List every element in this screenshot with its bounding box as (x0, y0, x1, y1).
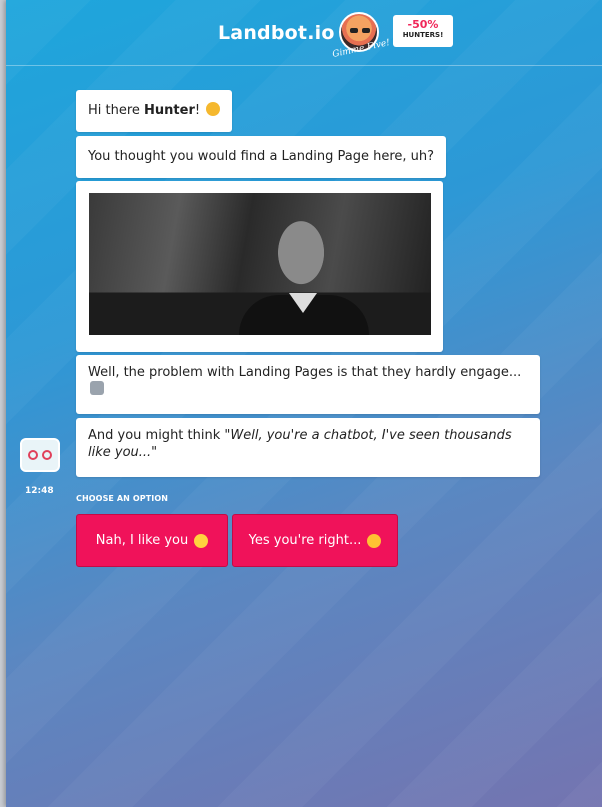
gif-image (89, 193, 431, 335)
promo-label: HUNTERS! (402, 31, 444, 39)
message-landing-page: You thought you would find a Landing Pag… (76, 136, 447, 178)
option-nah-button[interactable]: Nah, I like you (76, 514, 228, 567)
glasses-right (42, 450, 52, 460)
message-gif (76, 181, 443, 352)
option-yes-button[interactable]: Yes you're right... (232, 514, 398, 567)
smiling-face-icon (194, 533, 209, 548)
header-bar: Landbot.io Gimme Five! -50% HUNTERS! (6, 0, 602, 66)
smiling-cat-icon (206, 102, 221, 116)
robot-icon (90, 381, 104, 395)
greeting-prefix: Hi there (88, 103, 145, 118)
option-label: Yes you're right... (248, 533, 362, 548)
option-label: Nah, I like you (95, 533, 189, 548)
sunglasses-right (362, 28, 370, 33)
promo-percent: -50% (407, 18, 439, 31)
message-greeting: Hi there Hunter! (76, 90, 233, 132)
message-text-prefix: And you might think (88, 428, 225, 443)
choose-option-heading: CHOOSE AN OPTION (76, 494, 169, 503)
message-timestamp: 12:48 (25, 486, 54, 496)
brand-title: Landbot.io (218, 22, 335, 44)
greeting-suffix: ! (194, 103, 201, 118)
chat-window: Landbot.io Gimme Five! -50% HUNTERS! Hi … (6, 0, 602, 807)
sunglasses-left (350, 28, 358, 33)
bot-avatar-icon (20, 438, 60, 472)
greeting-name: Hunter (144, 103, 195, 118)
message-chatbot: And you might think "Well, you're a chat… (76, 418, 540, 477)
glasses-left (28, 450, 38, 460)
message-text: Well, the problem with Landing Pages is … (88, 365, 522, 380)
promo-badge[interactable]: -50% HUNTERS! (393, 15, 453, 47)
unamused-face-icon (367, 533, 382, 548)
message-text: You thought you would find a Landing Pag… (88, 149, 435, 164)
message-engage: Well, the problem with Landing Pages is … (76, 355, 540, 414)
